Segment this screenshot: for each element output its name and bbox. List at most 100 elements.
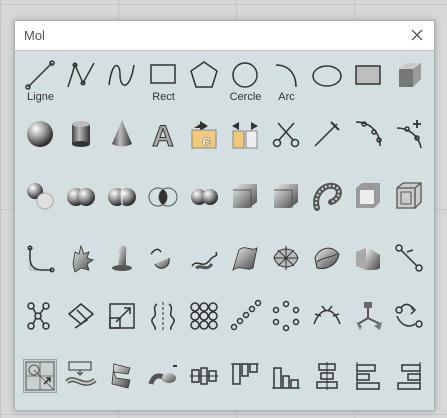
extrude-tool[interactable] — [61, 240, 102, 298]
text-object-tool[interactable]: A — [143, 116, 184, 178]
rectangle-icon — [150, 64, 176, 84]
boolean-intersection-icon — [148, 187, 178, 207]
shell-tool[interactable] — [348, 178, 389, 240]
tool-row: A c — [20, 116, 430, 178]
point-edit-icon — [27, 302, 50, 330]
align-bottom-tool[interactable] — [266, 358, 307, 417]
arc-icon — [275, 64, 297, 88]
line-tool[interactable]: Ligne — [20, 57, 61, 116]
boolean-difference-tool[interactable] — [102, 178, 143, 240]
boolean-split-tool[interactable] — [20, 178, 61, 240]
bend-tool[interactable] — [143, 358, 184, 417]
flow-along-curve-tool[interactable] — [61, 358, 102, 417]
polygon-tool[interactable] — [184, 57, 225, 116]
align-horizontal-center-tool[interactable] — [184, 358, 225, 417]
plane-tool[interactable] — [348, 57, 389, 116]
align-left-tool[interactable] — [348, 358, 389, 417]
extrude-icon — [72, 244, 94, 273]
cone-tool[interactable] — [102, 116, 143, 178]
polar-array-tool[interactable] — [266, 298, 307, 358]
linear-array-tool[interactable] — [225, 298, 266, 358]
box-tool[interactable] — [389, 57, 430, 116]
align-right-icon — [397, 362, 421, 390]
circle-tool[interactable]: Cercle — [225, 57, 266, 116]
sweep-two-rails-tool[interactable] — [184, 240, 225, 298]
orient-tool[interactable] — [389, 298, 430, 358]
boolean-union-tool[interactable] — [61, 178, 102, 240]
fillet-edge-tool[interactable] — [225, 178, 266, 240]
twist-icon — [111, 363, 131, 389]
boolean-two-objects-tool[interactable] — [184, 178, 225, 240]
align-top-tool[interactable] — [225, 358, 266, 417]
patch-tool[interactable] — [307, 240, 348, 298]
patch-icon — [314, 247, 340, 269]
align-horizontal-center-icon — [190, 367, 218, 385]
blend-surface-tool[interactable] — [348, 240, 389, 298]
join-tool[interactable]: c — [184, 116, 225, 178]
blend-surface-icon — [356, 248, 380, 270]
add-point-tool[interactable] — [389, 116, 430, 178]
window-title: Mol — [24, 28, 45, 43]
fillet-edge-icon — [233, 184, 257, 208]
point-edit-tool[interactable] — [20, 298, 61, 358]
chamfer-edge-tool[interactable] — [266, 178, 307, 240]
svg-text:A: A — [152, 120, 174, 153]
close-icon[interactable] — [408, 26, 426, 44]
pipe-tool[interactable] — [307, 178, 348, 240]
trim-tool[interactable] — [266, 116, 307, 178]
curve-array-tool[interactable] — [307, 298, 348, 358]
arc-tool[interactable]: Arc — [266, 57, 307, 116]
cage-edit-tool[interactable] — [20, 358, 61, 417]
boolean-split-icon — [27, 183, 54, 210]
rebuild-tool[interactable] — [348, 116, 389, 178]
split-tool[interactable] — [307, 116, 348, 178]
loft-icon — [232, 247, 258, 272]
tool-row — [20, 178, 430, 240]
cylinder-tool[interactable] — [61, 116, 102, 178]
wireframe-box-tool[interactable] — [389, 178, 430, 240]
gumball-icon — [356, 302, 382, 330]
control-points-icon — [395, 244, 423, 272]
window-titlebar[interactable]: Mol — [15, 21, 434, 51]
tool-label: Rect — [152, 91, 175, 103]
network-surface-tool[interactable] — [266, 240, 307, 298]
circle-icon — [232, 62, 258, 88]
curve-tool[interactable] — [102, 57, 143, 116]
ellipse-tool[interactable] — [307, 57, 348, 116]
wireframe-box-icon — [396, 182, 422, 209]
boolean-difference-icon — [108, 188, 136, 206]
explode-icon — [232, 122, 258, 149]
twist-tool[interactable] — [102, 358, 143, 417]
align-vertical-center-icon — [316, 362, 338, 390]
align-right-tool[interactable] — [389, 358, 430, 417]
mirror-tool[interactable] — [143, 298, 184, 358]
tool-row: Ligne Rect Cercle Arc — [20, 57, 430, 116]
control-points-tool[interactable] — [389, 240, 430, 298]
align-vertical-center-tool[interactable] — [307, 358, 348, 417]
revolve-tool[interactable] — [102, 240, 143, 298]
boolean-two-objects-icon — [191, 189, 218, 205]
project-tool[interactable] — [61, 298, 102, 358]
polyline-tool[interactable] — [61, 57, 102, 116]
boolean-intersection-tool[interactable] — [143, 178, 184, 240]
chamfer-edge-icon — [274, 184, 298, 208]
boolean-union-icon — [67, 188, 95, 206]
sweep-one-rail-tool[interactable] — [143, 240, 184, 298]
gumball-tool[interactable] — [348, 298, 389, 358]
sweep-one-rail-icon — [150, 248, 170, 269]
cone-icon — [112, 120, 132, 147]
text-object-icon: A — [152, 120, 175, 154]
split-icon — [314, 121, 340, 147]
sphere-tool[interactable] — [20, 116, 61, 178]
cage-edit-icon — [23, 359, 57, 393]
sweep-two-rails-icon — [191, 251, 218, 270]
rectangular-array-tool[interactable] — [184, 298, 225, 358]
scale-tool[interactable] — [102, 298, 143, 358]
revolve-icon — [112, 245, 132, 271]
explode-tool[interactable] — [225, 116, 266, 178]
loft-tool[interactable] — [225, 240, 266, 298]
tool-row — [20, 240, 430, 298]
fillet-curve-tool[interactable] — [20, 240, 61, 298]
rectangle-tool[interactable]: Rect — [143, 57, 184, 116]
tool-label: Ligne — [27, 91, 54, 103]
